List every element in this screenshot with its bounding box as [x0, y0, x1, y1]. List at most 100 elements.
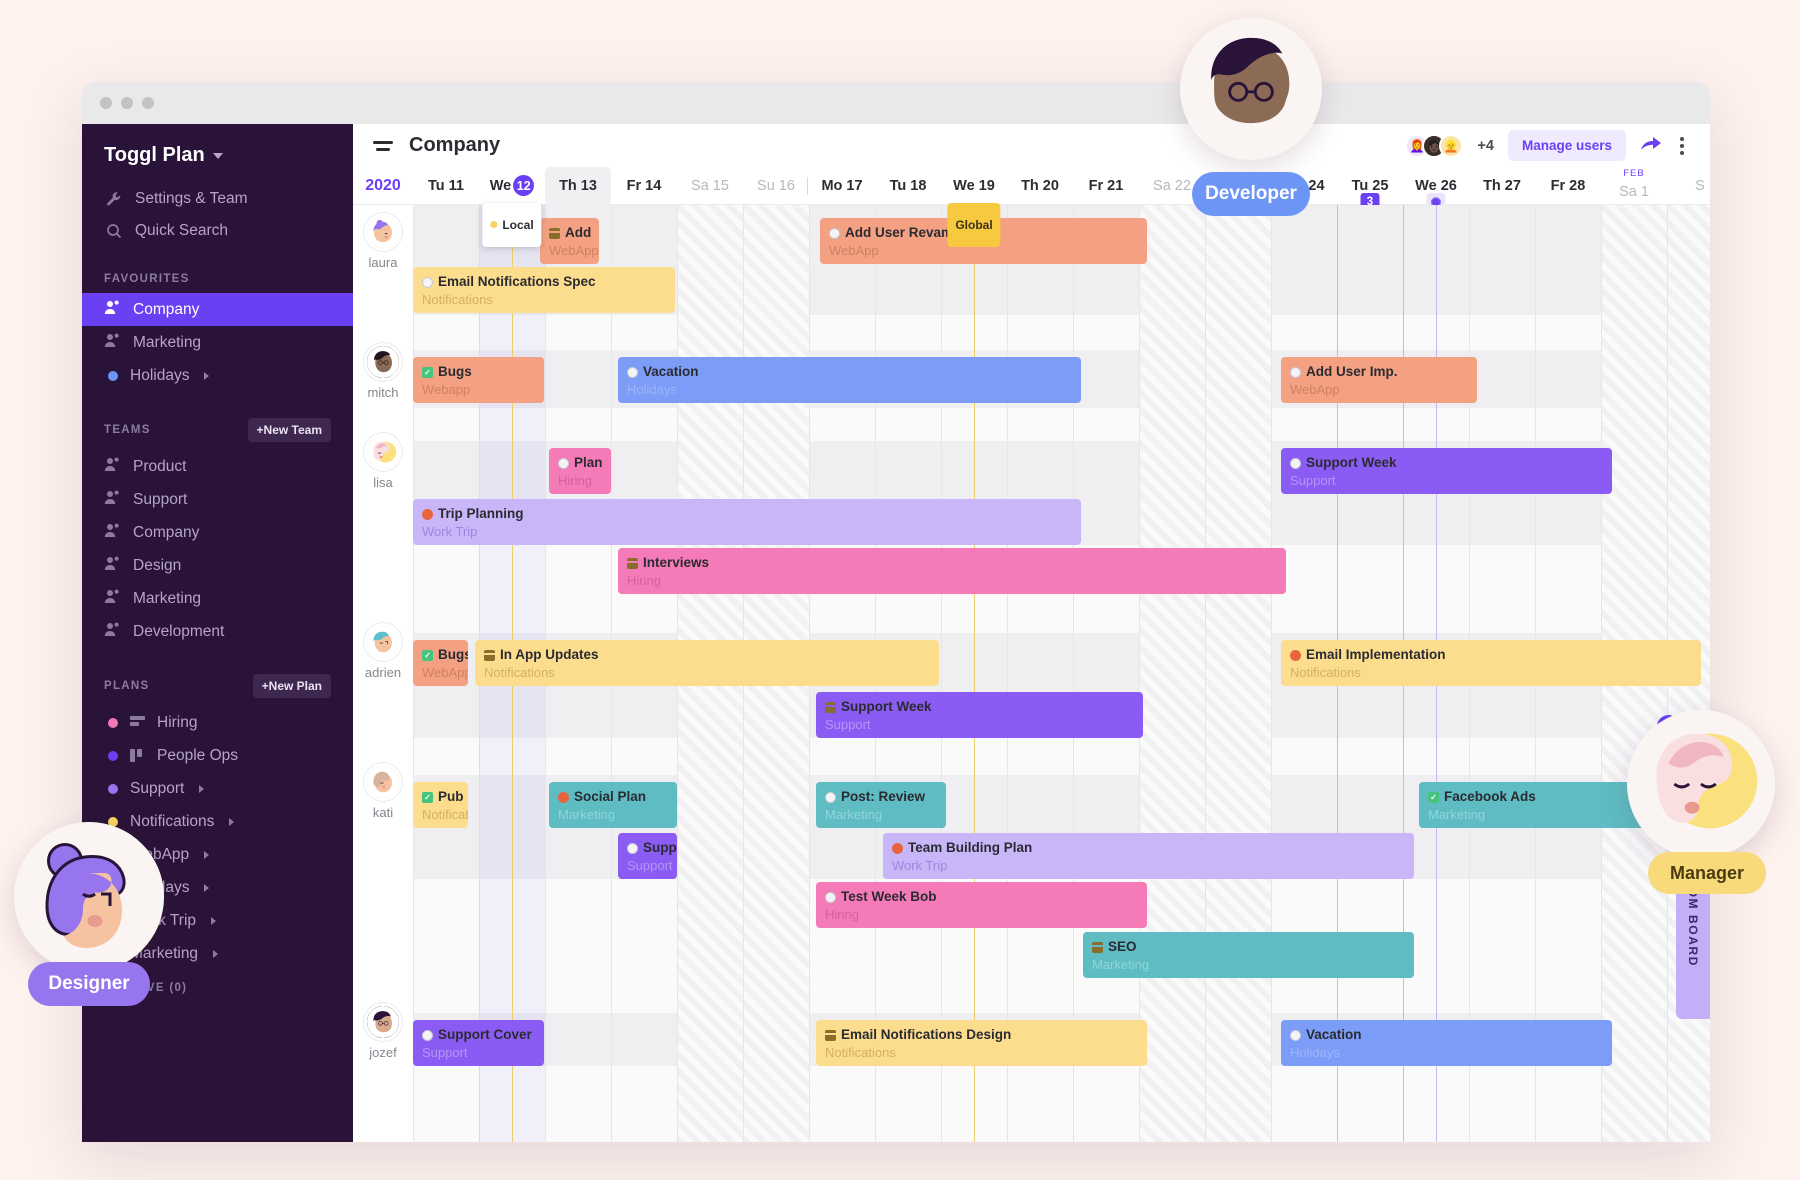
task-card[interactable]: VacationHolidays	[1281, 1020, 1612, 1066]
sidebar-item-team-support[interactable]: Support	[82, 483, 353, 516]
grid-line	[1271, 205, 1272, 1142]
sidebar-item-plan-hiring[interactable]: Hiring	[82, 706, 353, 739]
sidebar-item-settings-team[interactable]: Settings & Team	[82, 183, 353, 215]
holiday-badge-local[interactable]: Local	[482, 203, 541, 247]
date-cell-su-16[interactable]: Su 16	[743, 167, 809, 205]
window-close-button[interactable]	[100, 97, 112, 109]
role-chip-designer[interactable]: Designer	[28, 962, 150, 1006]
sidebar-item-plan-support[interactable]: Support	[82, 772, 353, 805]
task-card[interactable]: SEOMarketing	[1083, 932, 1414, 978]
person-mitch[interactable]: mitch	[353, 343, 413, 400]
date-cell-tu-11[interactable]: Tu 11	[413, 167, 479, 205]
task-card[interactable]: AddWebApp	[540, 218, 599, 264]
avatar-overflow-count[interactable]: +4	[1477, 138, 1494, 154]
avatar-manager[interactable]	[1627, 710, 1775, 858]
person-lisa[interactable]: lisa	[353, 433, 413, 490]
holiday-marker-line	[974, 205, 975, 1142]
date-cell-we-26[interactable]: We 26✺	[1403, 167, 1469, 205]
date-label: S	[1695, 178, 1705, 194]
chevron-right-icon[interactable]	[199, 785, 204, 793]
window-minimize-button[interactable]	[121, 97, 133, 109]
timeline-date-strip: 2020 Tu 11We12LocalTh 13Fr 14Sa 15Su 16M…	[353, 167, 1710, 205]
date-cell-sa-15[interactable]: Sa 15	[677, 167, 743, 205]
sidebar-item-team-design[interactable]: Design	[82, 549, 353, 582]
chevron-right-icon[interactable]	[204, 372, 209, 380]
date-cell-th-20[interactable]: Th 20	[1007, 167, 1073, 205]
sidebar-item-label: Holidays	[130, 367, 189, 385]
sidebar-item-company[interactable]: Company	[82, 293, 353, 326]
role-chip-manager[interactable]: Manager	[1648, 852, 1766, 894]
share-arrow-icon[interactable]	[1640, 134, 1662, 158]
task-project: Notifications	[422, 807, 459, 823]
manage-users-button[interactable]: Manage users	[1508, 130, 1626, 161]
task-card[interactable]: Team Building PlanWork Trip	[883, 833, 1414, 879]
date-cell-fr-14[interactable]: Fr 14	[611, 167, 677, 205]
sidebar-item-label: Notifications	[130, 813, 214, 831]
date-cell-tu-25[interactable]: Tu 253	[1337, 167, 1403, 205]
sidebar-item-marketing-fav[interactable]: Marketing	[82, 326, 353, 359]
avatar-developer[interactable]	[1180, 18, 1322, 160]
date-cell-sa-1[interactable]: FEBSa 1	[1601, 167, 1667, 205]
date-cell-fr-28[interactable]: Fr 28	[1535, 167, 1601, 205]
sidebar-item-plan-people-ops[interactable]: People Ops	[82, 739, 353, 772]
date-cell-tu-18[interactable]: Tu 18	[875, 167, 941, 205]
task-title-text: Add	[565, 225, 591, 241]
avatar-kati	[364, 763, 402, 801]
filter-lines-icon[interactable]	[373, 141, 393, 151]
chevron-right-icon[interactable]	[229, 818, 234, 826]
timeline-canvas[interactable]: AddWebAppEmail Notifications SpecNotific…	[413, 205, 1710, 1142]
task-card[interactable]: Email ImplementationNotifications	[1281, 640, 1701, 686]
date-cell-fr-21[interactable]: Fr 21	[1073, 167, 1139, 205]
task-card[interactable]: SupportSupport	[618, 833, 677, 879]
task-card[interactable]: Add User Imp.WebApp	[1281, 357, 1477, 403]
avatar-designer[interactable]	[14, 822, 164, 972]
chevron-right-icon[interactable]	[204, 884, 209, 892]
date-cell-we-19[interactable]: We 19Global	[941, 167, 1007, 205]
task-project: Notifications	[484, 665, 930, 681]
date-cell-th-27[interactable]: Th 27	[1469, 167, 1535, 205]
sidebar-item-holidays-fav[interactable]: Holidays	[82, 359, 353, 392]
new-team-button[interactable]: +New Team	[248, 418, 331, 442]
task-card[interactable]: InterviewsHiring	[618, 548, 1286, 594]
task-card[interactable]: Email Notifications DesignNotifications	[816, 1020, 1147, 1066]
sidebar-item-team-product[interactable]: Product	[82, 450, 353, 483]
task-card[interactable]: Test Week BobHiring	[816, 882, 1147, 928]
person-adrien[interactable]: adrien	[353, 623, 413, 680]
person-jozef[interactable]: jozef	[353, 1003, 413, 1060]
member-avatar-stack[interactable]: 👩‍🦰 🧑🏿 👱	[1405, 134, 1463, 158]
kebab-menu-icon[interactable]	[1676, 137, 1688, 155]
task-card[interactable]: VacationHolidays	[618, 357, 1081, 403]
sidebar-item-team-development[interactable]: Development	[82, 615, 353, 648]
task-card[interactable]: Post: ReviewMarketing	[816, 782, 946, 828]
date-cell-we[interactable]: We12Local	[479, 167, 545, 205]
date-cell-s[interactable]: S	[1667, 167, 1710, 205]
date-cell-mo-17[interactable]: Mo 17	[809, 167, 875, 205]
task-card[interactable]: Support CoverSupport	[413, 1020, 544, 1066]
sidebar-item-team-marketing[interactable]: Marketing	[82, 582, 353, 615]
task-card[interactable]: ✓PubNotifications	[413, 782, 468, 828]
person-kati[interactable]: kati	[353, 763, 413, 820]
task-card[interactable]: Email Notifications SpecNotifications	[413, 267, 675, 313]
task-card[interactable]: In App UpdatesNotifications	[475, 640, 939, 686]
role-chip-developer[interactable]: Developer	[1192, 172, 1310, 216]
sidebar-item-team-company[interactable]: Company	[82, 516, 353, 549]
task-card[interactable]: Trip PlanningWork Trip	[413, 499, 1081, 545]
chevron-right-icon[interactable]	[204, 851, 209, 859]
window-maximize-button[interactable]	[142, 97, 154, 109]
task-card[interactable]: Support WeekSupport	[816, 692, 1143, 738]
holiday-badge-global[interactable]: Global	[947, 203, 1000, 247]
task-card[interactable]: Support WeekSupport	[1281, 448, 1612, 494]
task-card[interactable]: ✓BugsWebApp	[413, 640, 468, 686]
brand-menu[interactable]: Toggl Plan	[82, 124, 353, 183]
chevron-right-icon[interactable]	[213, 950, 218, 958]
task-card[interactable]: Social PlanMarketing	[549, 782, 677, 828]
people-column: laura mitch lisa adrien kati jozef	[353, 205, 413, 1142]
task-card[interactable]: PlanHiring	[549, 448, 611, 494]
person-laura[interactable]: laura	[353, 213, 413, 270]
date-cell-th-13[interactable]: Th 13	[545, 167, 611, 205]
sidebar-item-quick-search[interactable]: Quick Search	[82, 215, 353, 247]
task-card[interactable]: ✓BugsWebapp	[413, 357, 544, 403]
grid-line	[1007, 205, 1008, 1142]
chevron-right-icon[interactable]	[211, 917, 216, 925]
new-plan-button[interactable]: +New Plan	[253, 674, 331, 698]
